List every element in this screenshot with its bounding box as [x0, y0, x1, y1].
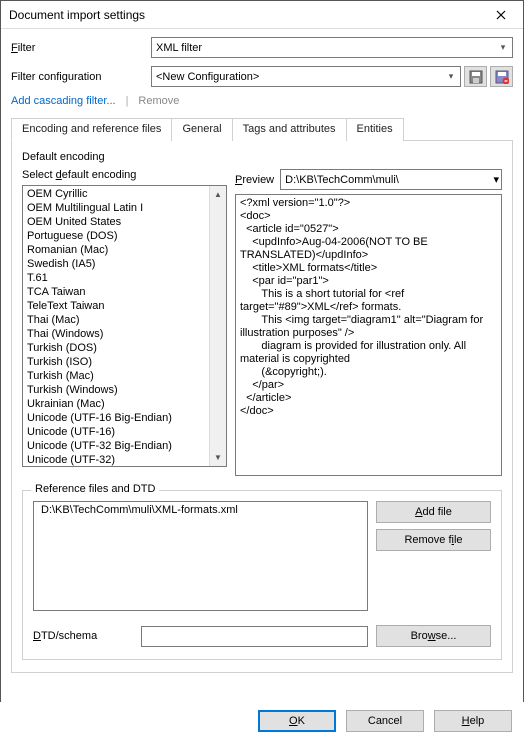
- list-item[interactable]: D:\KB\TechComm\muli\XML-formats.xml: [37, 503, 364, 517]
- list-item[interactable]: Portuguese (DOS): [23, 229, 209, 243]
- floppy-delete-icon: [495, 70, 509, 84]
- scrollbar[interactable]: ▲ ▼: [209, 186, 226, 466]
- filter-config-label: Filter configuration: [11, 71, 151, 83]
- list-item[interactable]: Turkish (ISO): [23, 355, 209, 369]
- filter-value: XML filter: [156, 42, 202, 54]
- dtd-schema-label: DTD/schema: [33, 630, 133, 642]
- list-item[interactable]: Ukrainian (Mac): [23, 397, 209, 411]
- list-item[interactable]: Turkish (Windows): [23, 383, 209, 397]
- add-cascading-filter-link[interactable]: Add cascading filter...: [11, 95, 116, 107]
- chevron-down-icon: ▾: [496, 42, 510, 53]
- filter-config-value: <New Configuration>: [156, 71, 259, 83]
- preview-label: Preview: [235, 174, 274, 186]
- list-item[interactable]: Romanian (Mac): [23, 243, 209, 257]
- scroll-up-icon[interactable]: ▲: [210, 186, 226, 203]
- window-title: Document import settings: [9, 8, 145, 22]
- delete-config-button[interactable]: [490, 66, 513, 87]
- reference-group: Reference files and DTD D:\KB\TechComm\m…: [22, 490, 502, 660]
- list-item[interactable]: T.61: [23, 271, 209, 285]
- list-item[interactable]: TCA Taiwan: [23, 285, 209, 299]
- preview-path-value: D:\KB\TechComm\muli\: [285, 174, 399, 186]
- remove-filter-link: Remove: [138, 95, 179, 107]
- scroll-down-icon[interactable]: ▼: [210, 449, 226, 466]
- list-item[interactable]: Unicode (UTF-32): [23, 453, 209, 466]
- add-file-button[interactable]: Add file: [376, 501, 491, 523]
- browse-button[interactable]: Browse...: [376, 625, 491, 647]
- save-config-button[interactable]: [464, 66, 487, 87]
- remove-file-button[interactable]: Remove file: [376, 529, 491, 551]
- encoding-listbox[interactable]: OEM CyrillicOEM Multilingual Latin IOEM …: [22, 185, 227, 467]
- filter-label: Filter: [11, 42, 151, 54]
- list-item[interactable]: OEM Multilingual Latin I: [23, 201, 209, 215]
- preview-box: <?xml version="1.0"?> <doc> <article id=…: [235, 194, 502, 476]
- tab-tags[interactable]: Tags and attributes: [232, 118, 347, 141]
- tab-encoding[interactable]: Encoding and reference files: [11, 118, 172, 141]
- ok-button[interactable]: OK: [258, 710, 336, 732]
- preview-path-select[interactable]: D:\KB\TechComm\muli\ ▾: [280, 169, 502, 190]
- chevron-down-icon: ▾: [444, 71, 458, 82]
- list-item[interactable]: Swedish (IA5): [23, 257, 209, 271]
- list-item[interactable]: Unicode (UTF-32 Big-Endian): [23, 439, 209, 453]
- filter-config-select[interactable]: <New Configuration> ▾: [151, 66, 461, 87]
- tabs: Encoding and reference files General Tag…: [11, 117, 513, 141]
- dtd-schema-field[interactable]: [141, 626, 368, 647]
- separator: |: [126, 95, 129, 107]
- list-item[interactable]: Thai (Mac): [23, 313, 209, 327]
- list-item[interactable]: OEM Cyrillic: [23, 187, 209, 201]
- close-icon: [496, 10, 506, 20]
- list-item[interactable]: Unicode (UTF-16): [23, 425, 209, 439]
- filter-select[interactable]: XML filter ▾: [151, 37, 513, 58]
- encoding-group-label: Default encoding: [22, 151, 502, 163]
- titlebar: Document import settings: [1, 1, 523, 29]
- floppy-icon: [469, 70, 483, 84]
- reference-group-label: Reference files and DTD: [31, 483, 159, 495]
- list-item[interactable]: TeleText Taiwan: [23, 299, 209, 313]
- list-item[interactable]: OEM United States: [23, 215, 209, 229]
- cancel-button[interactable]: Cancel: [346, 710, 424, 732]
- tab-entities[interactable]: Entities: [346, 118, 404, 141]
- help-button[interactable]: Help: [434, 710, 512, 732]
- list-item[interactable]: Thai (Windows): [23, 327, 209, 341]
- list-item[interactable]: Turkish (DOS): [23, 341, 209, 355]
- tab-general[interactable]: General: [171, 118, 232, 141]
- close-button[interactable]: [481, 2, 521, 28]
- list-item[interactable]: Unicode (UTF-16 Big-Endian): [23, 411, 209, 425]
- dialog-footer: OK Cancel Help: [0, 702, 524, 742]
- select-encoding-label: Select default encoding: [22, 169, 227, 181]
- reference-files-list[interactable]: D:\KB\TechComm\muli\XML-formats.xml: [33, 501, 368, 611]
- list-item[interactable]: Turkish (Mac): [23, 369, 209, 383]
- tab-pane: Default encoding Select default encoding…: [11, 141, 513, 673]
- chevron-down-icon: ▾: [493, 173, 499, 186]
